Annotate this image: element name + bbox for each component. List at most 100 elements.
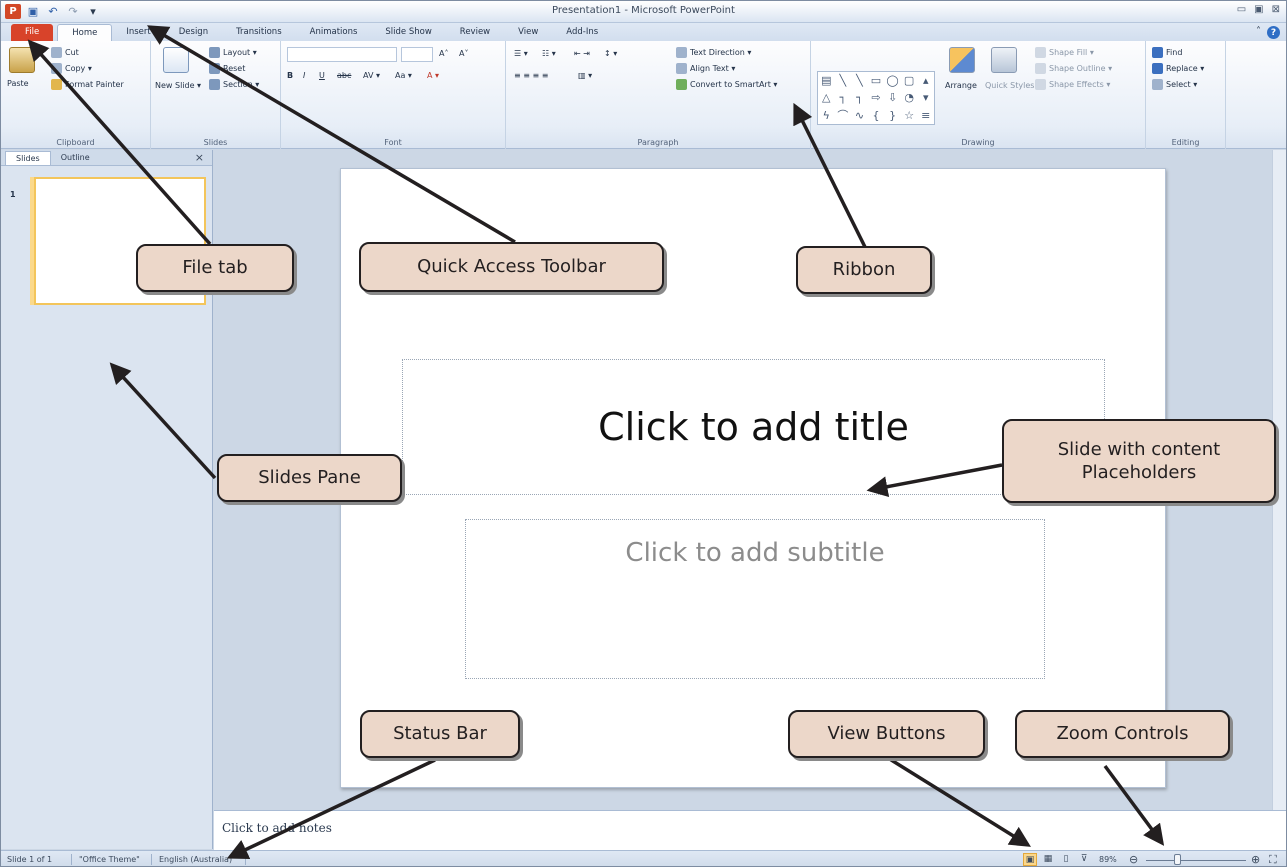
reading-view-icon[interactable]: ▯	[1059, 853, 1073, 866]
zoom-slider-thumb[interactable]	[1174, 854, 1181, 865]
quick-styles-button[interactable]: Quick Styles ▾	[985, 81, 1041, 90]
gallery-scroll-icon[interactable]: ▴	[917, 72, 934, 89]
select-button[interactable]: Select ▾	[1152, 79, 1197, 90]
shape-effects-button[interactable]: Shape Effects ▾	[1035, 79, 1110, 90]
bold-button[interactable]: B	[287, 71, 293, 80]
gallery-more-icon[interactable]: ≡	[917, 107, 934, 124]
reset-button[interactable]: Reset	[209, 63, 245, 74]
text-direction-button[interactable]: Text Direction ▾	[676, 47, 751, 58]
paste-button[interactable]: Paste	[7, 79, 29, 88]
subtitle-placeholder[interactable]: Click to add subtitle	[465, 519, 1045, 679]
brace-shape-icon[interactable]: {	[868, 107, 885, 124]
gallery-scroll-icon[interactable]: ▾	[917, 89, 934, 106]
strikethrough-button[interactable]: abc	[337, 71, 351, 80]
indent-buttons[interactable]: ⇤ ⇥	[574, 49, 590, 58]
rectangle-shape-icon[interactable]: ▭	[868, 72, 885, 89]
oval-shape-icon[interactable]: ◯	[884, 72, 901, 89]
arc-shape-icon[interactable]: ⌒	[835, 107, 852, 124]
shrink-font-button[interactable]: A˅	[459, 49, 468, 58]
tab-view[interactable]: View	[504, 24, 552, 41]
layout-button[interactable]: Layout ▾	[209, 47, 257, 58]
rounded-rect-shape-icon[interactable]: ▢	[901, 72, 918, 89]
arrow-shape-icon[interactable]: ⇨	[868, 89, 885, 106]
zoom-in-icon[interactable]: ⊕	[1251, 853, 1260, 866]
normal-view-icon[interactable]: ▣	[1023, 853, 1037, 866]
close-icon[interactable]: ⊠	[1272, 4, 1280, 15]
copy-button[interactable]: Copy ▾	[51, 63, 92, 74]
replace-button[interactable]: Replace ▾	[1152, 63, 1204, 74]
quick-styles-icon[interactable]	[991, 47, 1017, 73]
char-spacing-button[interactable]: AV ▾	[363, 71, 380, 80]
freeform-shape-icon[interactable]: ϟ	[818, 107, 835, 124]
columns-button[interactable]: ▥ ▾	[578, 71, 592, 80]
tab-slide-show[interactable]: Slide Show	[371, 24, 445, 41]
arrange-button[interactable]: Arrange	[945, 81, 977, 90]
brace-shape-icon[interactable]: }	[884, 107, 901, 124]
language[interactable]: English (Australia)	[159, 855, 232, 864]
status-separator	[71, 854, 72, 865]
zoom-out-icon[interactable]: ⊖	[1129, 853, 1138, 866]
down-arrow-shape-icon[interactable]: ⇩	[884, 89, 901, 106]
curve-shape-icon[interactable]: ∿	[851, 107, 868, 124]
triangle-shape-icon[interactable]: △	[818, 89, 835, 106]
zoom-slider-track[interactable]	[1146, 860, 1246, 861]
new-slide-icon[interactable]	[163, 47, 189, 73]
tab-file[interactable]: File	[11, 24, 54, 41]
connector-shape-icon[interactable]: ┐	[851, 89, 868, 106]
pen-icon	[1035, 63, 1046, 74]
cut-button[interactable]: Cut	[51, 47, 79, 58]
callout-shape-icon[interactable]: ◔	[901, 89, 918, 106]
title-placeholder[interactable]: Click to add title	[402, 359, 1105, 495]
shape-outline-button[interactable]: Shape Outline ▾	[1035, 63, 1112, 74]
shapes-gallery[interactable]: ▤ ╲ ╲ ▭ ◯ ▢ ▴ △ ┐ ┐ ⇨ ⇩ ◔ ▾ ϟ ⌒ ∿{} ☆ ≡	[817, 71, 935, 125]
line-shape-icon[interactable]: ╲	[851, 72, 868, 89]
slide-show-view-icon[interactable]: ⊽	[1077, 853, 1091, 866]
textbox-shape-icon[interactable]: ▤	[818, 72, 835, 89]
line-spacing-button[interactable]: ↕ ▾	[604, 49, 617, 58]
maximize-icon[interactable]: ▣	[1254, 4, 1263, 15]
font-size-box[interactable]	[401, 47, 433, 62]
tab-home[interactable]: Home	[57, 24, 113, 41]
callout-placeholders-line2: Placeholders	[1081, 462, 1197, 483]
find-button[interactable]: Find	[1152, 47, 1182, 58]
section-button[interactable]: Section ▾	[209, 79, 259, 90]
font-name-box[interactable]	[287, 47, 397, 62]
align-buttons[interactable]: ≡ ≡ ≡ ≡	[514, 71, 548, 80]
slide-sorter-view-icon[interactable]: ▦	[1041, 853, 1055, 866]
font-color-button[interactable]: A ▾	[427, 71, 439, 80]
close-pane-icon[interactable]: ×	[195, 151, 204, 164]
paste-icon[interactable]	[9, 47, 35, 73]
ribbon-tabs: File Home Insert Design Transitions Anim…	[1, 23, 1286, 41]
connector-shape-icon[interactable]: ┐	[835, 89, 852, 106]
tab-design[interactable]: Design	[165, 24, 222, 41]
tab-animations[interactable]: Animations	[296, 24, 372, 41]
star-shape-icon[interactable]: ☆	[901, 107, 918, 124]
fit-slide-icon[interactable]: ⛶	[1269, 853, 1277, 866]
numbering-button[interactable]: ☷ ▾	[542, 49, 556, 58]
tab-transitions[interactable]: Transitions	[222, 24, 296, 41]
convert-smartart-button[interactable]: Convert to SmartArt ▾	[676, 79, 777, 90]
new-slide-button[interactable]: New Slide ▾	[155, 81, 201, 90]
zoom-level[interactable]: 89%	[1099, 855, 1117, 864]
italic-button[interactable]: I	[303, 71, 305, 80]
window-title: Presentation1 - Microsoft PowerPoint	[552, 5, 735, 16]
tab-add-ins[interactable]: Add-Ins	[552, 24, 612, 41]
line-shape-icon[interactable]: ╲	[835, 72, 852, 89]
underline-button[interactable]: U	[319, 71, 325, 80]
minimize-icon[interactable]: ▭	[1237, 4, 1246, 15]
format-painter-button[interactable]: Format Painter	[51, 79, 124, 90]
align-text-button[interactable]: Align Text ▾	[676, 63, 735, 74]
tab-slides-pane[interactable]: Slides	[5, 151, 51, 165]
tab-outline-pane[interactable]: Outline	[51, 151, 100, 165]
tab-insert[interactable]: Insert	[112, 24, 164, 41]
arrange-icon[interactable]	[949, 47, 975, 73]
shape-fill-button[interactable]: Shape Fill ▾	[1035, 47, 1094, 58]
tab-review[interactable]: Review	[446, 24, 504, 41]
cursor-icon	[1152, 79, 1163, 90]
change-case-button[interactable]: Aa ▾	[395, 71, 412, 80]
notes-pane[interactable]: Click to add notes	[214, 810, 1286, 850]
bullets-button[interactable]: ☰ ▾	[514, 49, 528, 58]
grow-font-button[interactable]: A˄	[439, 49, 448, 58]
help-icon[interactable]: ?	[1267, 26, 1280, 39]
minimize-ribbon-icon[interactable]: ˄	[1256, 26, 1261, 39]
